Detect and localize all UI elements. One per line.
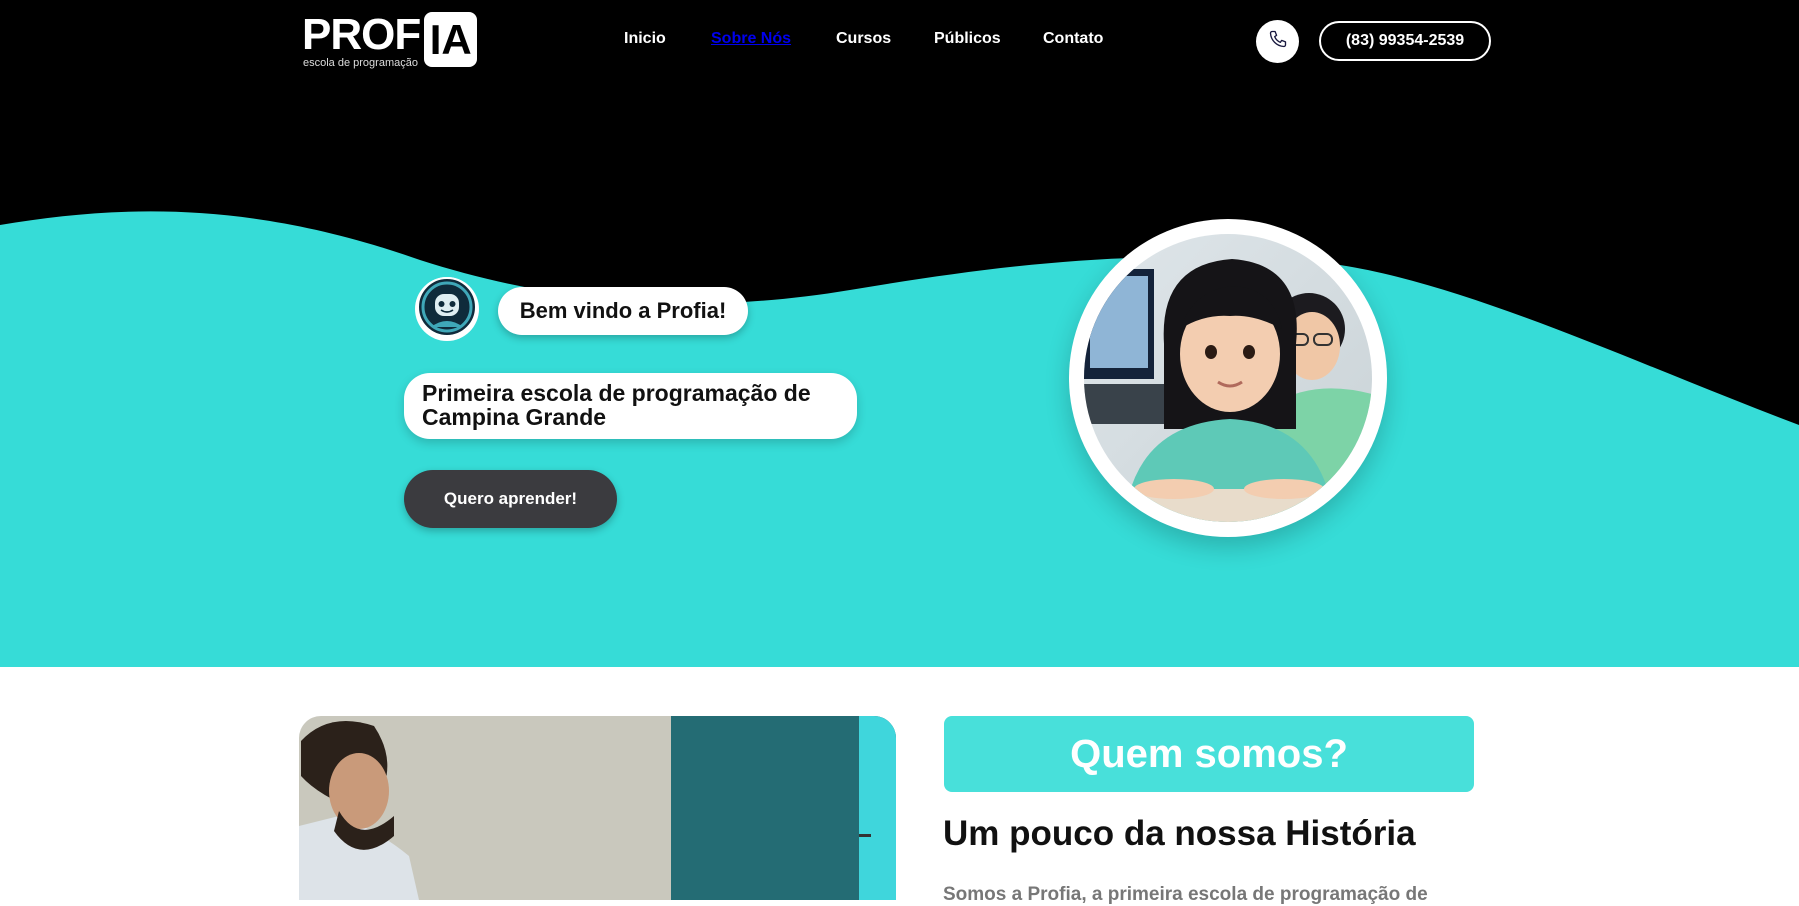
nav-item-inicio[interactable]: Inicio	[624, 30, 666, 48]
phone-icon	[1268, 29, 1288, 54]
phone-call-button[interactable]	[1256, 20, 1299, 63]
hero-kids-photo	[1069, 219, 1387, 537]
nav-item-sobre-nos[interactable]: Sobre Nós	[711, 30, 791, 48]
nav-item-contato[interactable]: Contato	[1043, 30, 1103, 48]
phone-number-button[interactable]: (83) 99354-2539	[1319, 21, 1491, 61]
nav-item-cursos[interactable]: Cursos	[836, 30, 891, 48]
logo-box-text: IA	[424, 12, 478, 67]
profia-logo[interactable]: PROF IA escola de programação	[302, 10, 478, 69]
robot-avatar-icon	[417, 276, 477, 342]
hero-tagline: Primeira escola de programação de Campin…	[404, 373, 857, 439]
quem-somos-badge: Quem somos?	[944, 716, 1474, 792]
site-header: PROF IA escola de programação Inicio Sob…	[0, 0, 1799, 85]
about-photo	[299, 716, 896, 900]
logo-text: PROF	[302, 10, 421, 59]
about-heading: Um pouco da nossa História	[943, 814, 1416, 853]
welcome-pill: Bem vindo a Profia!	[498, 287, 748, 335]
quero-aprender-button[interactable]: Quero aprender!	[404, 470, 617, 528]
logo-subtitle: escola de programação	[303, 57, 418, 69]
nav-item-publicos[interactable]: Públicos	[934, 30, 1001, 48]
hero-section: Bem vindo a Profia! Primeira escola de p…	[0, 85, 1799, 667]
robot-avatar	[415, 276, 479, 342]
hero-wave-shape	[0, 85, 1799, 425]
about-paragraph: Somos a Profia, a primeira escola de pro…	[943, 884, 1428, 905]
